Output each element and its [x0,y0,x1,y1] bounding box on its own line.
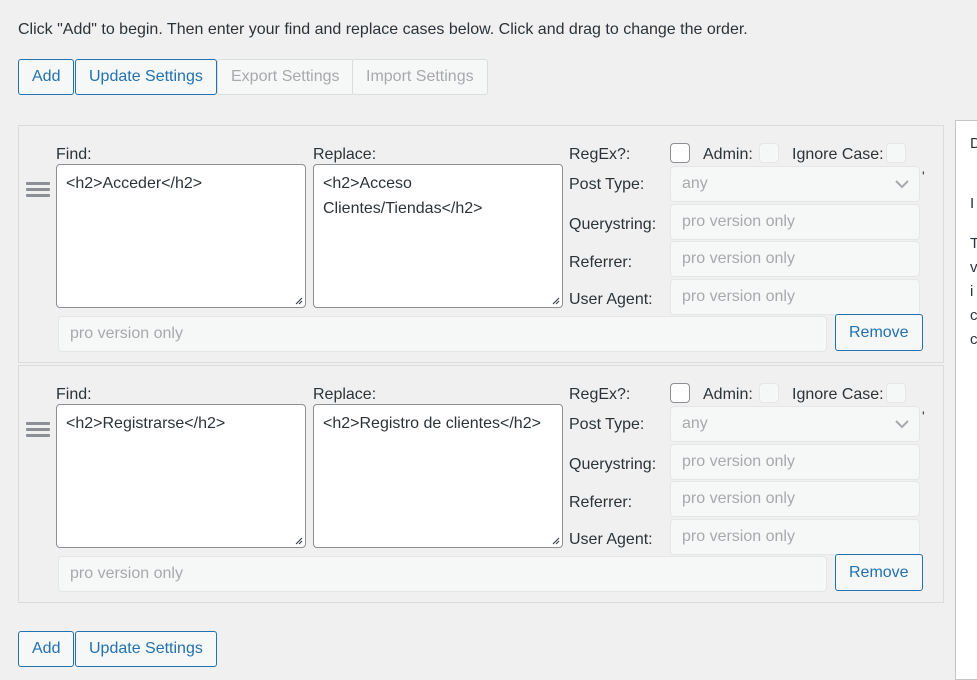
remove-button[interactable]: Remove [835,554,923,591]
remove-button[interactable]: Remove [835,314,923,351]
replace-label: Replace: [313,386,377,403]
querystring-label: Querystring: [569,216,657,233]
regex-checkbox[interactable] [670,383,690,403]
find-label: Find: [56,146,92,163]
import-settings-button[interactable]: Import Settings [352,59,488,95]
ignore-case-label: Ignore Case: [792,146,884,163]
post-type-value: any [682,415,708,432]
admin-label: Admin: [703,146,753,163]
export-settings-button[interactable]: Export Settings [217,59,354,95]
referrer-input[interactable]: pro version only [670,481,920,517]
post-type-value: any [682,175,708,192]
user-agent-label: User Agent: [569,291,653,308]
replace-case-2: Find: <h2>Registrarse</h2> Replace: <h2>… [18,365,944,603]
replace-textarea[interactable]: <h2>Acceso Clientes/Tiendas</h2> [313,164,563,308]
tick-mark: ' [922,408,925,424]
post-type-select[interactable]: any [670,166,920,202]
side-text: v [970,259,977,276]
user-agent-label: User Agent: [569,531,653,548]
drag-handle-icon[interactable] [26,422,50,440]
bottom-add-button[interactable]: Add [18,631,75,667]
extra-condition-input[interactable]: pro version only [58,556,827,592]
querystring-input[interactable]: pro version only [670,444,920,480]
tick-mark: ' [922,168,925,184]
side-text: c [970,307,977,324]
resize-grip-icon[interactable] [551,536,560,545]
querystring-input[interactable]: pro version only [670,204,920,240]
querystring-label: Querystring: [569,456,657,473]
extra-condition-input[interactable]: pro version only [58,316,827,352]
admin-checkbox[interactable] [759,383,779,403]
find-value: <h2>Registrarse</h2> [66,415,226,432]
side-text: D [970,135,977,152]
find-label: Find: [56,386,92,403]
drag-handle-icon[interactable] [26,182,50,200]
post-type-label: Post Type: [569,416,645,433]
replace-case-1: Find: <h2>Acceder</h2> Replace: <h2>Acce… [18,125,944,363]
chevron-down-icon [895,420,909,429]
referrer-input[interactable]: pro version only [670,241,920,277]
replace-textarea[interactable]: <h2>Registro de clientes</h2> [313,404,563,548]
resize-grip-icon[interactable] [294,536,303,545]
side-text: c [970,331,977,348]
regex-label: RegEx?: [569,146,631,163]
find-textarea[interactable]: <h2>Registrarse</h2> [56,404,306,548]
regex-checkbox[interactable] [670,143,690,163]
referrer-label: Referrer: [569,254,633,271]
post-type-label: Post Type: [569,176,645,193]
ignore-case-checkbox[interactable] [886,383,906,403]
replace-value: <h2>Registro de clientes</h2> [323,415,541,432]
referrer-label: Referrer: [569,494,633,511]
regex-label: RegEx?: [569,386,631,403]
user-agent-input[interactable]: pro version only [670,519,920,555]
side-text: i [970,283,974,300]
bottom-update-settings-button[interactable]: Update Settings [75,631,217,667]
post-type-select[interactable]: any [670,406,920,442]
replace-label: Replace: [313,146,377,163]
side-text: I [970,195,975,212]
chevron-down-icon [895,180,909,189]
admin-label: Admin: [703,386,753,403]
update-settings-button[interactable]: Update Settings [75,59,217,95]
ignore-case-checkbox[interactable] [886,143,906,163]
find-value: <h2>Acceder</h2> [66,175,203,192]
side-panel: D I T v i c c [955,120,977,680]
find-textarea[interactable]: <h2>Acceder</h2> [56,164,306,308]
ignore-case-label: Ignore Case: [792,386,884,403]
replace-value: <h2>Acceso Clientes/Tiendas</h2> [323,175,483,217]
add-button[interactable]: Add [18,59,75,95]
side-text: T [970,235,977,252]
resize-grip-icon[interactable] [294,296,303,305]
admin-checkbox[interactable] [759,143,779,163]
user-agent-input[interactable]: pro version only [670,279,920,315]
intro-text: Click "Add" to begin. Then enter your fi… [18,21,748,38]
resize-grip-icon[interactable] [551,296,560,305]
